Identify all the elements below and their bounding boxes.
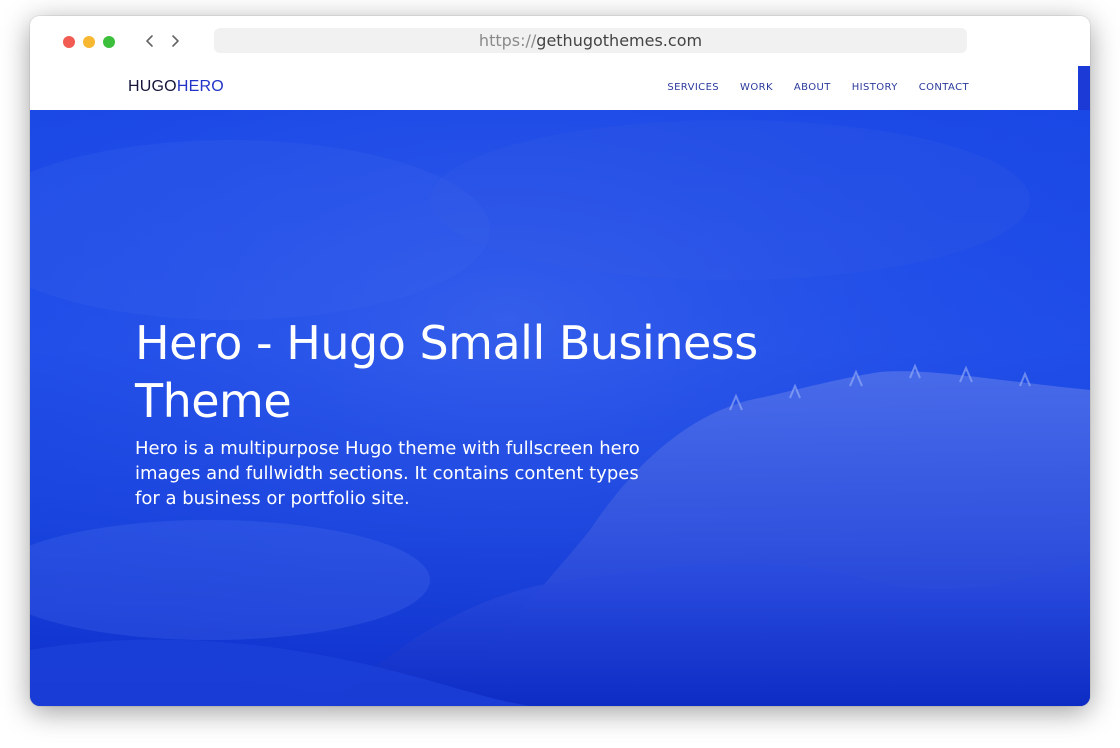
site-navbar: HUGOHERO SERVICES WORK ABOUT HISTORY CON… (30, 66, 1078, 110)
nav-link-contact[interactable]: CONTACT (919, 82, 969, 93)
nav-link-history[interactable]: HISTORY (852, 82, 898, 93)
hero-title: Hero - Hugo Small Business Theme (135, 316, 758, 428)
nav-link-work[interactable]: WORK (740, 82, 773, 93)
logo-text-hugo: HUGO (128, 78, 177, 95)
page-scrollbar[interactable] (1078, 66, 1090, 110)
website-viewport: HUGOHERO SERVICES WORK ABOUT HISTORY CON… (30, 66, 1090, 706)
browser-titlebar: https://gethugothemes.com (30, 16, 1090, 66)
hero-description: Hero is a multipurpose Hugo theme with f… (135, 438, 640, 509)
nav-link-services[interactable]: SERVICES (667, 82, 719, 93)
site-logo[interactable]: HUGOHERO (128, 78, 224, 96)
forward-button[interactable] (164, 30, 186, 52)
back-button[interactable] (139, 30, 161, 52)
url-scheme: https:// (478, 31, 537, 50)
maximize-window-button[interactable] (103, 36, 115, 48)
close-window-button[interactable] (63, 36, 75, 48)
address-bar[interactable]: https://gethugothemes.com (214, 28, 967, 53)
browser-window: https://gethugothemes.com HUGOHERO SERVI… (30, 16, 1090, 706)
logo-text-hero: HERO (176, 78, 224, 95)
hero-section: Hero - Hugo Small Business Theme Hero is… (30, 110, 1090, 706)
chevron-right-icon (172, 35, 179, 47)
chevron-left-icon (146, 35, 153, 47)
site-menu: SERVICES WORK ABOUT HISTORY CONTACT (667, 82, 969, 93)
minimize-window-button[interactable] (83, 36, 95, 48)
nav-link-about[interactable]: ABOUT (794, 82, 831, 93)
url-host: gethugothemes.com (536, 31, 703, 50)
